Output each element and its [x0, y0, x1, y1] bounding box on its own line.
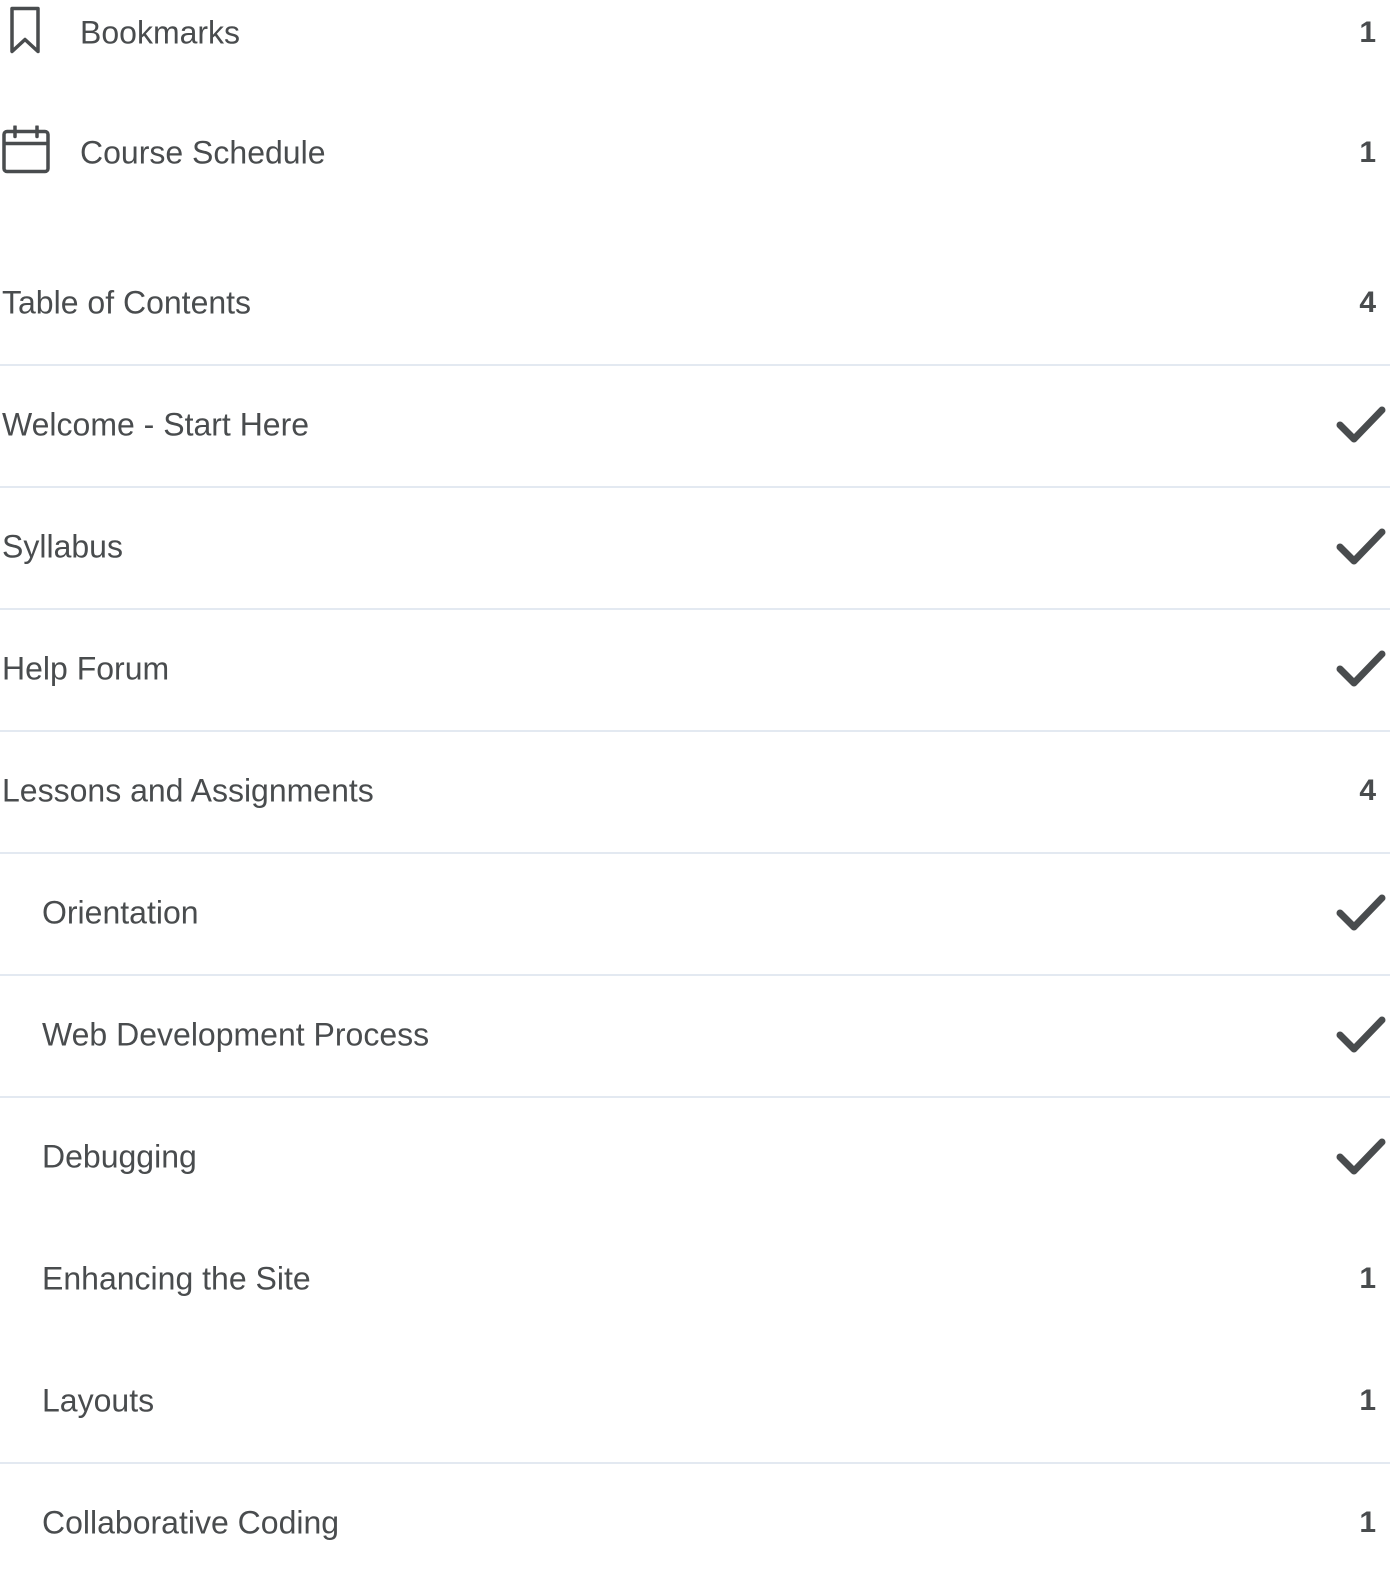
submodule-label: Web Development Process: [42, 1016, 430, 1053]
checkmark-icon: [1336, 894, 1386, 931]
submodule-debugging[interactable]: Debugging: [0, 1096, 1390, 1218]
submodule-label: Collaborative Coding: [42, 1504, 340, 1541]
checkmark-icon: [1336, 1016, 1386, 1053]
course-schedule-label: Course Schedule: [80, 134, 326, 171]
module-help-forum[interactable]: Help Forum: [0, 608, 1390, 730]
checkmark-icon: [1336, 528, 1386, 565]
submodule-label: Layouts: [42, 1382, 155, 1419]
submodule-orientation[interactable]: Orientation: [0, 852, 1390, 974]
submodule-label: Enhancing the Site: [42, 1260, 311, 1297]
submodule-web-development-process[interactable]: Web Development Process: [0, 974, 1390, 1096]
module-syllabus[interactable]: Syllabus: [0, 486, 1390, 608]
submodule-label: Orientation: [42, 894, 199, 931]
module-label: Welcome - Start Here: [2, 406, 310, 443]
module-count: 4: [1359, 774, 1376, 807]
submodule-collaborative-coding[interactable]: Collaborative Coding 1: [0, 1462, 1390, 1584]
submodule-label: Debugging: [42, 1138, 197, 1175]
module-welcome-start-here[interactable]: Welcome - Start Here: [0, 364, 1390, 486]
submodule-enhancing-the-site[interactable]: Enhancing the Site 1: [0, 1218, 1390, 1340]
submodule-count: 1: [1359, 1384, 1376, 1417]
checkmark-icon: [1336, 406, 1386, 443]
table-of-contents-link[interactable]: Table of Contents 4: [0, 242, 1390, 364]
bookmarks-label: Bookmarks: [80, 14, 241, 51]
bookmarks-count: 1: [1359, 16, 1376, 49]
table-of-contents-label: Table of Contents: [2, 284, 252, 321]
module-label: Lessons and Assignments: [2, 772, 374, 809]
course-schedule-link[interactable]: Course Schedule 1: [0, 92, 1390, 214]
checkmark-icon: [1336, 1138, 1386, 1175]
module-label: Help Forum: [2, 650, 170, 687]
submodule-count: 1: [1359, 1506, 1376, 1539]
submodule-count: 1: [1359, 1262, 1376, 1295]
course-schedule-count: 1: [1359, 136, 1376, 169]
table-of-contents-count: 4: [1359, 286, 1376, 319]
bookmark-icon: [2, 6, 48, 61]
checkmark-icon: [1336, 650, 1386, 687]
module-lessons-and-assignments[interactable]: Lessons and Assignments 4: [0, 730, 1390, 852]
submodule-layouts[interactable]: Layouts 1: [0, 1340, 1390, 1462]
calendar-icon: [2, 124, 52, 181]
bookmarks-link[interactable]: Bookmarks 1: [0, 0, 1390, 94]
module-label: Syllabus: [2, 528, 123, 565]
